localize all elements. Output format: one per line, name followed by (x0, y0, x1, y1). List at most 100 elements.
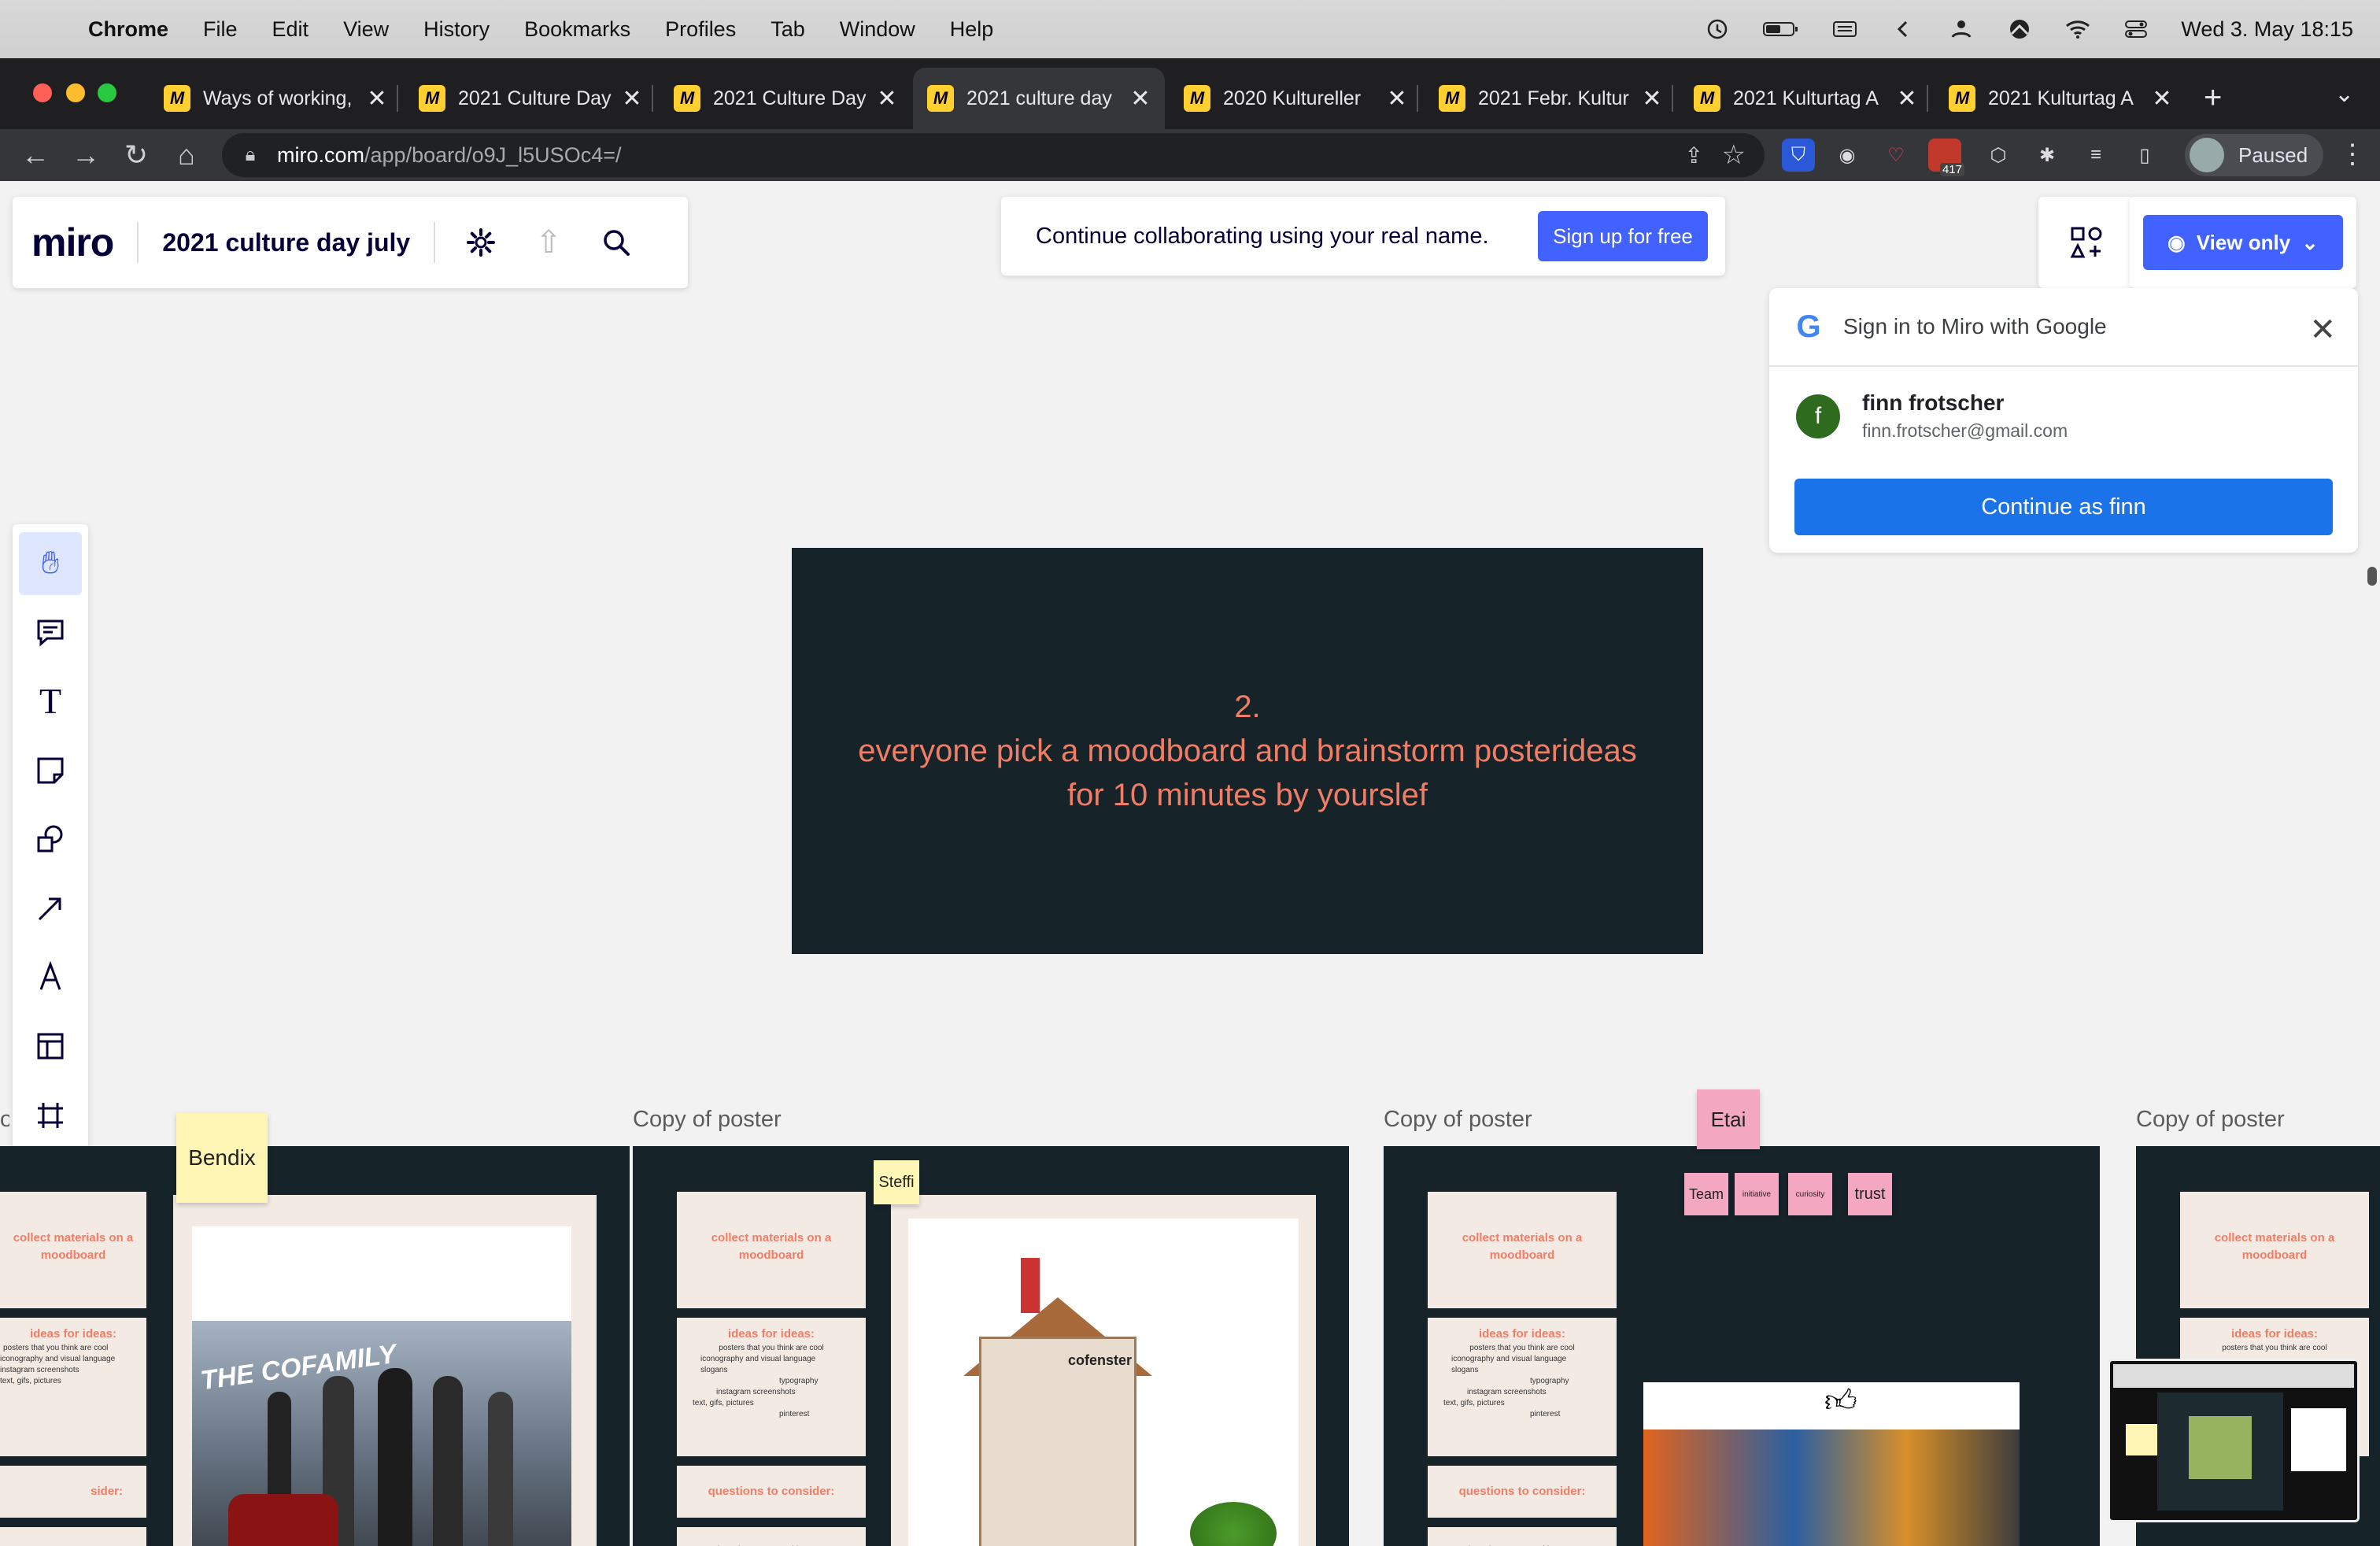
back-arrow-icon[interactable]: ← (16, 135, 55, 175)
close-tab-icon[interactable]: ✕ (1129, 85, 1152, 113)
frame-label[interactable]: Copy of poster (633, 1107, 782, 1133)
close-tab-icon[interactable]: ✕ (365, 85, 389, 113)
tab-6[interactable]: M 2021 Kulturtag A ✕ (1680, 68, 1928, 129)
close-tab-icon[interactable]: ✕ (875, 85, 899, 113)
vpn-icon[interactable] (2006, 18, 2033, 40)
pen-icon[interactable] (19, 946, 82, 1009)
tab-0[interactable]: M Ways of working, ✕ (150, 68, 398, 129)
view-only-button[interactable]: ◉ View only ⌄ (2143, 215, 2343, 270)
hand-icon[interactable]: ✋︎ (19, 532, 82, 595)
close-tab-icon[interactable]: ✕ (2150, 85, 2174, 113)
menu-window[interactable]: Window (840, 17, 915, 42)
frame-icon[interactable] (19, 1084, 82, 1147)
menu-profiles[interactable]: Profiles (665, 17, 736, 42)
clock[interactable]: Wed 3. May 18:15 (2181, 17, 2353, 42)
zoom-window-icon[interactable] (98, 83, 116, 102)
tab-7[interactable]: M 2021 Kulturtag A ✕ (1935, 68, 2182, 129)
google-sign-in-popup: G Sign in to Miro with Google ✕ f finn f… (1769, 288, 2358, 553)
miro-favicon-icon: M (164, 85, 190, 112)
sticky-note-icon[interactable] (19, 739, 82, 802)
export-upload-icon[interactable]: ⇧ (527, 220, 571, 264)
chrome-menu-kebab-icon[interactable]: ⋮ (2339, 139, 2366, 170)
close-tab-icon[interactable]: ✕ (620, 85, 644, 113)
poster-frame-1[interactable]: collect materials on a moodboard ideas f… (633, 1146, 1349, 1546)
home-icon[interactable]: ⌂ (167, 135, 206, 175)
menu-bookmarks[interactable]: Bookmarks (524, 17, 630, 42)
bookmark-star-icon[interactable]: ☆ (1722, 139, 1746, 171)
menu-file[interactable]: File (203, 17, 238, 42)
shapes-icon[interactable] (19, 808, 82, 871)
sticky-initiative[interactable]: initiative (1735, 1173, 1779, 1215)
close-tab-icon[interactable]: ✕ (1895, 85, 1919, 113)
sticky-curiosity[interactable]: curiosity (1788, 1173, 1832, 1215)
tab-5[interactable]: M 2021 Febr. Kultur ✕ (1425, 68, 1673, 129)
close-window-icon[interactable] (33, 83, 52, 102)
templates-icon[interactable] (19, 1015, 82, 1078)
frame-label[interactable]: Copy of poster (1384, 1107, 1532, 1133)
frame-label[interactable]: Copy of poster (2136, 1107, 2285, 1133)
sticky-bendix[interactable]: Bendix (176, 1113, 268, 1203)
tab-search-chevron-icon[interactable]: ⌄ (2334, 80, 2354, 108)
reload-icon[interactable]: ↻ (116, 135, 156, 175)
frame-label-partial[interactable]: o (0, 1107, 9, 1133)
cube-extension-icon[interactable]: ⬡ (1982, 139, 2015, 172)
close-icon[interactable]: ✕ (2309, 312, 2336, 348)
board-minimap[interactable] (2108, 1359, 2360, 1522)
comment-icon[interactable] (19, 601, 82, 664)
owl-extension-icon[interactable]: ◉ (1831, 139, 1864, 172)
tab-1[interactable]: M 2021 Culture Day ✕ (405, 68, 653, 129)
url-text[interactable]: miro.com/app/board/o9J_l5USOc4=/ (277, 143, 621, 168)
battery-icon[interactable] (1762, 18, 1800, 40)
poster-frame-2[interactable]: collect materials on a moodboard ideas f… (1384, 1089, 2100, 1546)
side-panel-icon[interactable]: ▯ (2128, 139, 2161, 172)
search-icon[interactable] (594, 220, 638, 264)
chevron-left-icon[interactable] (1890, 18, 1916, 40)
menu-help[interactable]: Help (950, 17, 994, 42)
pocket-extension-icon[interactable]: ♡ (1879, 139, 1913, 172)
miro-logo[interactable]: miro (31, 220, 114, 265)
menu-edit[interactable]: Edit (272, 17, 309, 42)
instruction-card[interactable]: 2. everyone pick a moodboard and brainst… (792, 548, 1703, 954)
address-bar[interactable]: 🔒︎ miro.com/app/board/o9J_l5USOc4=/ ⇪ ☆ (222, 133, 1765, 177)
time-machine-icon[interactable] (1704, 18, 1731, 40)
apps-button[interactable] (2038, 197, 2134, 288)
settings-gear-icon[interactable] (459, 220, 503, 264)
sticky-trust[interactable]: trust (1848, 1173, 1892, 1215)
miro-board-canvas[interactable]: miro 2021 culture day july ⇧ Continue co… (0, 181, 2380, 1546)
wifi-icon[interactable] (2064, 18, 2091, 40)
board-title[interactable]: 2021 culture day july (162, 228, 410, 257)
close-tab-icon[interactable]: ✕ (1640, 85, 1664, 113)
continue-as-button[interactable]: Continue as finn (1794, 479, 2333, 535)
new-tab-plus-icon[interactable]: + (2204, 80, 2222, 116)
control-center-icon[interactable] (2123, 18, 2149, 40)
keyboard-icon[interactable] (1831, 18, 1858, 40)
scroll-indicator[interactable] (2367, 567, 2377, 586)
sticky-etai[interactable]: Etai (1697, 1089, 1760, 1149)
text-icon[interactable]: T (19, 670, 82, 733)
reading-list-icon[interactable]: ≡ (2079, 139, 2112, 172)
bitwarden-extension-icon[interactable]: ⛉ (1782, 139, 1815, 172)
forward-arrow-icon[interactable]: → (66, 135, 105, 175)
menu-history[interactable]: History (423, 17, 490, 42)
share-icon[interactable]: ⇪ (1685, 142, 1703, 168)
profile-button[interactable]: Paused (2185, 134, 2323, 176)
close-tab-icon[interactable]: ✕ (1385, 85, 1409, 113)
minimize-window-icon[interactable] (66, 83, 85, 102)
apple-menu-icon[interactable] (27, 12, 61, 46)
tab-4[interactable]: M 2020 Kultureller ✕ (1170, 68, 1418, 129)
puzzle-extensions-icon[interactable]: ✱ (2031, 139, 2064, 172)
poster-frame-0[interactable]: collect materials on a moodboard ideas f… (0, 1113, 633, 1546)
extension-badge-icon[interactable]: 417 (1928, 139, 1964, 176)
menu-tab[interactable]: Tab (771, 17, 805, 42)
tab-2[interactable]: M 2021 Culture Day ✕ (660, 68, 907, 129)
tab-3-active[interactable]: M 2021 culture day ✕ (913, 68, 1165, 129)
sign-up-button[interactable]: Sign up for free (1538, 211, 1708, 261)
sticky-steffi[interactable]: Steffi (874, 1160, 919, 1204)
lock-icon[interactable]: 🔒︎ (239, 144, 261, 166)
menu-chrome[interactable]: Chrome (88, 17, 168, 42)
connector-arrow-icon[interactable] (19, 877, 82, 940)
menu-view[interactable]: View (343, 17, 389, 42)
network-icon[interactable] (1948, 18, 1975, 40)
sticky-team[interactable]: Team (1684, 1173, 1728, 1215)
google-account[interactable]: f finn frotscher finn.frotscher@gmail.co… (1769, 390, 2358, 442)
